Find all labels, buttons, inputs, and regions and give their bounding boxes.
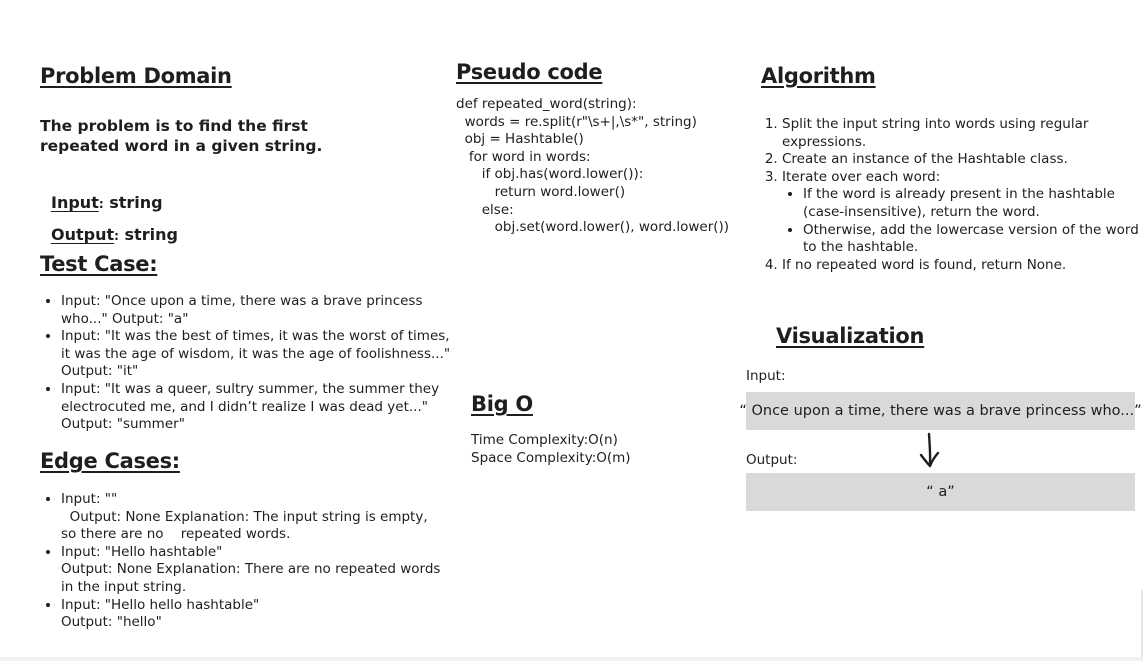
edge-case-item: Input: "" Output: None Explanation: The … <box>61 491 446 544</box>
output-type-value: string <box>118 225 178 244</box>
input-type-row: Input: string <box>51 193 163 212</box>
algorithm-step: Create an instance of the Hashtable clas… <box>782 151 1142 169</box>
vis-output-value: “ a” <box>926 484 955 500</box>
edge-cases-list: Input: "" Output: None Explanation: The … <box>40 491 446 632</box>
edge-case-output: Output: None Explanation: There are no r… <box>61 561 441 595</box>
problem-statement: The problem is to find the first repeate… <box>40 117 323 155</box>
code-line: def repeated_word(string): <box>456 96 637 112</box>
vis-input-value: “ Once upon a time, there was a brave pr… <box>739 403 1142 419</box>
input-type-label: Input <box>51 193 99 212</box>
algorithm-step: Split the input string into words using … <box>782 116 1142 151</box>
algorithm-steps: Split the input string into words using … <box>761 116 1142 274</box>
code-line: for word in words: <box>456 148 591 165</box>
input-type-value: string <box>103 193 163 212</box>
edge-case-item: Input: "Hello hello hashtable" Output: "… <box>61 597 446 632</box>
visualization-heading: Visualization <box>776 324 925 348</box>
output-type-row: Output: string <box>51 225 178 244</box>
algorithm-substep: If the word is already present in the ha… <box>803 186 1142 221</box>
algorithm-step-text: Iterate over each word: <box>782 168 941 185</box>
code-line: return word.lower() <box>456 183 626 200</box>
problem-domain-heading: Problem Domain <box>40 64 232 88</box>
pseudo-code-block: def repeated_word(string): words = re.sp… <box>456 96 729 237</box>
algorithm-step: If no repeated word is found, return Non… <box>782 257 1142 275</box>
test-case-item: Input: "It was the best of times, it was… <box>61 328 456 381</box>
code-line: obj.set(word.lower(), word.lower()) <box>456 219 730 236</box>
test-case-heading: Test Case: <box>40 252 158 276</box>
edge-case-output: Output: "hello" <box>61 614 162 631</box>
space-complexity: Space Complexity:O(m) <box>471 450 631 466</box>
edge-case-item: Input: "Hello hashtable" Output: None Ex… <box>61 544 446 597</box>
code-line: else: <box>456 201 514 218</box>
time-complexity: Time Complexity:O(n) <box>471 432 618 448</box>
algorithm-step: Iterate over each word: If the word is a… <box>782 169 1142 257</box>
edge-case-input: Input: "" <box>61 491 118 507</box>
test-case-item: Input: "Once upon a time, there was a br… <box>61 293 456 328</box>
edge-case-input: Input: "Hello hello hashtable" <box>61 596 260 613</box>
algorithm-substep: Otherwise, add the lowercase version of … <box>803 222 1142 257</box>
edge-cases-heading: Edge Cases: <box>40 449 180 473</box>
vis-output-label: Output: <box>746 452 798 468</box>
code-line: if obj.has(word.lower()): <box>456 166 644 183</box>
vis-input-box: “ Once upon a time, there was a brave pr… <box>739 392 1142 430</box>
hand-drawn-down-arrow-icon <box>919 432 940 468</box>
edge-case-output: Output: None Explanation: The input stri… <box>61 508 432 543</box>
code-line: words = re.split(r"\s+|,\s*", string) <box>456 113 697 130</box>
pseudo-code-heading: Pseudo code <box>456 60 603 84</box>
canvas-bottom-strip <box>0 657 1143 661</box>
output-type-label: Output <box>51 225 115 244</box>
test-case-item: Input: "It was a queer, sultry summer, t… <box>61 381 456 434</box>
big-o-heading: Big O <box>471 392 533 416</box>
edge-case-input: Input: "Hello hashtable" <box>61 543 223 560</box>
code-line: obj = Hashtable() <box>456 131 584 148</box>
algorithm-substeps: If the word is already present in the ha… <box>782 186 1142 256</box>
vis-input-label: Input: <box>746 368 786 384</box>
vis-output-box: “ a” <box>746 473 1135 511</box>
test-case-list: Input: "Once upon a time, there was a br… <box>40 293 456 434</box>
algorithm-heading: Algorithm <box>761 64 876 88</box>
